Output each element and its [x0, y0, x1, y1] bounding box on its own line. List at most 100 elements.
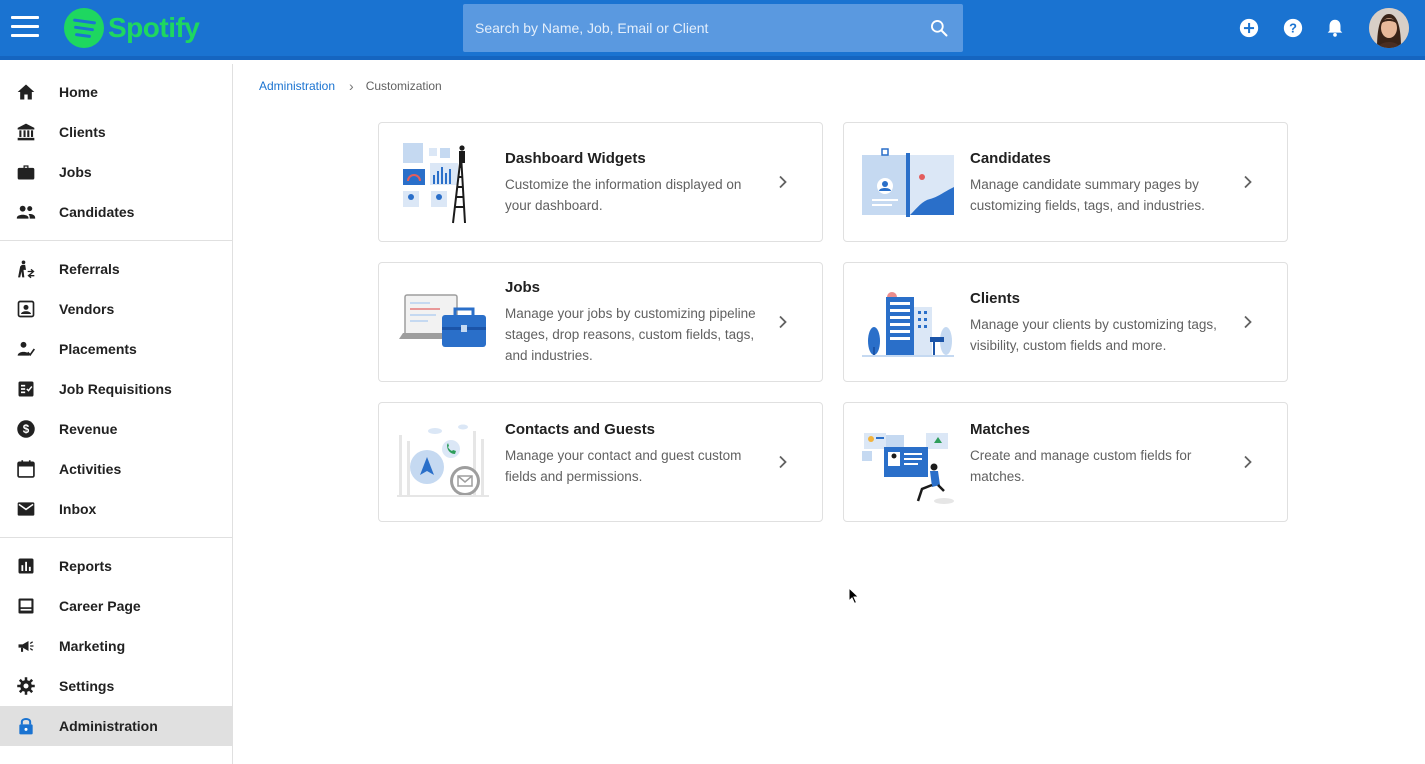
svg-text:?: ?	[1289, 21, 1297, 36]
sidebar-item-label: Job Requisitions	[59, 381, 172, 397]
sidebar-item-label: Referrals	[59, 261, 120, 277]
breadcrumb-current: Customization	[365, 79, 442, 93]
sidebar-item-label: Revenue	[59, 421, 118, 437]
sidebar-item-home[interactable]: Home	[0, 72, 232, 112]
brand-logo[interactable]: Spotify	[64, 8, 200, 48]
bank-icon	[17, 123, 35, 141]
briefcase-icon	[17, 165, 35, 180]
sidebar-item-vendors[interactable]: Vendors	[0, 289, 232, 329]
sidebar-item-career-page[interactable]: Career Page	[0, 586, 232, 626]
search-icon[interactable]	[929, 18, 949, 38]
sidebar-item-referrals[interactable]: Referrals	[0, 249, 232, 289]
sidebar-group-admin: Reports Career Page Marketing Settings A…	[0, 538, 232, 754]
chevron-right-icon[interactable]	[776, 455, 790, 469]
sidebar-group-operations: Referrals Vendors Placements Job Requisi…	[0, 241, 232, 538]
career-page-icon	[18, 598, 34, 614]
mouse-cursor-icon	[848, 587, 860, 605]
card-description: Manage your contact and guest custom fie…	[505, 448, 742, 484]
chevron-right-icon[interactable]	[1241, 315, 1255, 329]
hamburger-menu-icon[interactable]	[11, 16, 39, 38]
sidebar-item-administration[interactable]: Administration	[0, 706, 232, 746]
sidebar-item-label: Placements	[59, 341, 137, 357]
sidebar-item-label: Marketing	[59, 638, 126, 654]
card-title: Candidates	[970, 150, 1051, 167]
dashboard-widgets-illustration	[403, 143, 466, 224]
jobs-illustration	[399, 294, 486, 347]
sidebar-item-activities[interactable]: Activities	[0, 449, 232, 489]
chevron-right-icon[interactable]	[776, 175, 790, 189]
requisition-icon	[18, 381, 34, 397]
sidebar-item-label: Reports	[59, 558, 112, 574]
card-title: Dashboard Widgets	[505, 150, 646, 167]
sidebar-item-reports[interactable]: Reports	[0, 546, 232, 586]
card-description: Create and manage custom fields for matc…	[970, 448, 1192, 484]
chevron-right-icon[interactable]	[1241, 455, 1255, 469]
sidebar-item-label: Home	[59, 84, 98, 100]
card-contacts-and-guests[interactable]: Contacts and Guests Manage your contact …	[378, 402, 823, 522]
card-dashboard-widgets[interactable]: Dashboard Widgets Customize the informat…	[378, 122, 823, 242]
candidates-illustration	[862, 148, 954, 217]
sidebar-item-clients[interactable]: Clients	[0, 112, 232, 152]
card-description: Manage your clients by customizing tags,…	[970, 317, 1217, 353]
card-title: Contacts and Guests	[505, 421, 656, 438]
card-title: Clients	[970, 290, 1021, 307]
sidebar: Home Clients Jobs Candidates Referrals V…	[0, 64, 233, 764]
bell-icon[interactable]	[1324, 17, 1346, 39]
sidebar-item-candidates[interactable]: Candidates	[0, 192, 232, 232]
contacts-illustration	[397, 424, 489, 497]
user-avatar[interactable]	[1369, 8, 1409, 48]
sidebar-item-label: Administration	[59, 718, 158, 734]
lock-icon	[19, 718, 33, 735]
sidebar-item-label: Vendors	[59, 301, 115, 317]
card-clients[interactable]: Clients Manage your clients by customizi…	[843, 262, 1288, 382]
mail-icon	[17, 502, 35, 516]
sidebar-item-label: Clients	[59, 124, 106, 140]
sidebar-item-label: Candidates	[59, 204, 135, 220]
chevron-right-icon[interactable]	[1241, 175, 1255, 189]
sidebar-item-inbox[interactable]: Inbox	[0, 489, 232, 529]
people-icon	[16, 205, 36, 219]
search-input[interactable]	[463, 4, 923, 52]
bar-chart-icon	[18, 558, 34, 574]
breadcrumb-link-administration[interactable]: Administration	[259, 79, 335, 93]
referral-icon	[18, 260, 35, 279]
dollar-icon: $	[17, 420, 35, 438]
svg-text:$: $	[23, 423, 30, 436]
brand-name: Spotify	[108, 12, 200, 43]
gear-icon	[17, 677, 35, 695]
card-title: Jobs	[505, 279, 541, 296]
sidebar-group-main: Home Clients Jobs Candidates	[0, 64, 232, 241]
sidebar-item-marketing[interactable]: Marketing	[0, 626, 232, 666]
megaphone-icon	[18, 641, 34, 652]
search-bar	[463, 4, 963, 52]
sidebar-item-label: Career Page	[59, 598, 141, 614]
card-description: Manage candidate summary pages by custom…	[970, 177, 1205, 213]
calendar-icon	[17, 460, 35, 478]
clients-illustration	[862, 292, 954, 357]
matches-illustration	[862, 433, 954, 504]
placement-icon	[17, 341, 36, 357]
card-candidates[interactable]: Candidates Manage candidate summary page…	[843, 122, 1288, 242]
sidebar-item-label: Settings	[59, 678, 115, 694]
card-jobs[interactable]: Jobs Manage your jobs by customizing pip…	[378, 262, 823, 382]
sidebar-item-placements[interactable]: Placements	[0, 329, 232, 369]
sidebar-item-revenue[interactable]: $ Revenue	[0, 409, 232, 449]
chevron-right-icon[interactable]	[776, 315, 790, 329]
top-bar: Spotify ?	[0, 0, 1425, 60]
home-icon	[17, 84, 35, 100]
sidebar-item-job-requisitions[interactable]: Job Requisitions	[0, 369, 232, 409]
breadcrumb-separator: ›	[349, 78, 354, 94]
sidebar-item-jobs[interactable]: Jobs	[0, 152, 232, 192]
breadcrumb: Administration › Customization	[259, 78, 442, 94]
spotify-logo-icon	[64, 8, 104, 48]
sidebar-item-label: Inbox	[59, 501, 97, 517]
sidebar-item-settings[interactable]: Settings	[0, 666, 232, 706]
add-circle-icon[interactable]	[1238, 17, 1260, 39]
card-description: Customize the information displayed on y…	[505, 177, 742, 213]
help-icon[interactable]: ?	[1282, 17, 1304, 39]
card-title: Matches	[970, 421, 1031, 438]
sidebar-item-label: Activities	[59, 461, 122, 477]
card-matches[interactable]: Matches Create and manage custom fields …	[843, 402, 1288, 522]
vendor-icon	[17, 300, 35, 318]
card-description: Manage your jobs by customizing pipeline…	[505, 306, 756, 363]
